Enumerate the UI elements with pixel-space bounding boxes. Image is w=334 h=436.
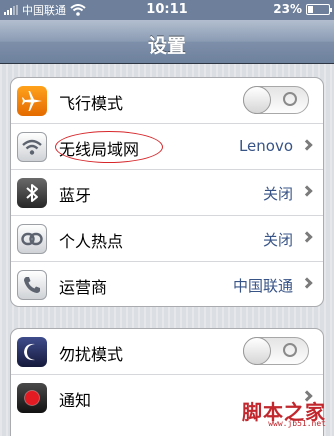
settings-row-airplane-mode[interactable]: 飞行模式 — [11, 78, 323, 124]
status-bar: 中国联通 10:11 23% — [0, 0, 334, 20]
hotspot-icon — [17, 224, 47, 254]
battery-fill — [308, 5, 313, 13]
bluetooth-label: 蓝牙 — [59, 186, 92, 205]
page-title: 设置 — [147, 35, 186, 57]
toggle-off-indicator — [283, 343, 297, 357]
settings-group-connectivity: 飞行模式 无线局域网 Lenovo 蓝牙 关闭 个人热点 关闭 运营商 中国联通 — [10, 77, 324, 307]
wifi-value: Lenovo — [238, 137, 293, 155]
battery-icon — [306, 3, 332, 15]
carrier-value: 中国联通 — [232, 277, 293, 295]
watermark: 脚本之家 www.jb51.net — [180, 396, 330, 430]
settings-row-carrier[interactable]: 运营商 中国联通 — [11, 262, 323, 306]
carrier-label: 运营商 — [59, 278, 108, 297]
notifications-label: 通知 — [59, 391, 92, 410]
toggle-off-indicator — [283, 92, 297, 106]
airplane-mode-label: 飞行模式 — [59, 94, 124, 113]
settings-row-bluetooth[interactable]: 蓝牙 关闭 — [11, 170, 323, 216]
status-right: 23% — [273, 2, 332, 16]
chevron-right-icon — [301, 277, 313, 289]
notification-icon — [17, 383, 47, 413]
chevron-right-icon — [301, 139, 313, 151]
wifi-icon — [17, 132, 47, 162]
hotspot-label: 个人热点 — [59, 232, 124, 251]
wifi-label: 无线局域网 — [59, 140, 140, 159]
settings-row-do-not-disturb[interactable]: 勿扰模式 — [11, 329, 323, 375]
chevron-right-icon — [301, 231, 313, 243]
bluetooth-value: 关闭 — [262, 185, 293, 203]
hotspot-value: 关闭 — [262, 231, 293, 249]
battery-percent: 23% — [273, 2, 302, 16]
bluetooth-icon — [17, 178, 47, 208]
settings-row-personal-hotspot[interactable]: 个人热点 关闭 — [11, 216, 323, 262]
do-not-disturb-toggle[interactable] — [243, 337, 309, 365]
phone-icon — [17, 270, 47, 300]
airplane-mode-toggle[interactable] — [243, 86, 309, 114]
watermark-url: www.jb51.net — [268, 419, 326, 428]
navigation-bar: 设置 — [0, 20, 334, 64]
toggle-knob — [243, 86, 271, 114]
airplane-icon — [17, 86, 47, 116]
chevron-right-icon — [301, 185, 313, 197]
settings-row-wifi[interactable]: 无线局域网 Lenovo — [11, 124, 323, 170]
moon-icon — [17, 337, 47, 367]
do-not-disturb-label: 勿扰模式 — [59, 345, 124, 364]
toggle-knob — [243, 337, 271, 365]
